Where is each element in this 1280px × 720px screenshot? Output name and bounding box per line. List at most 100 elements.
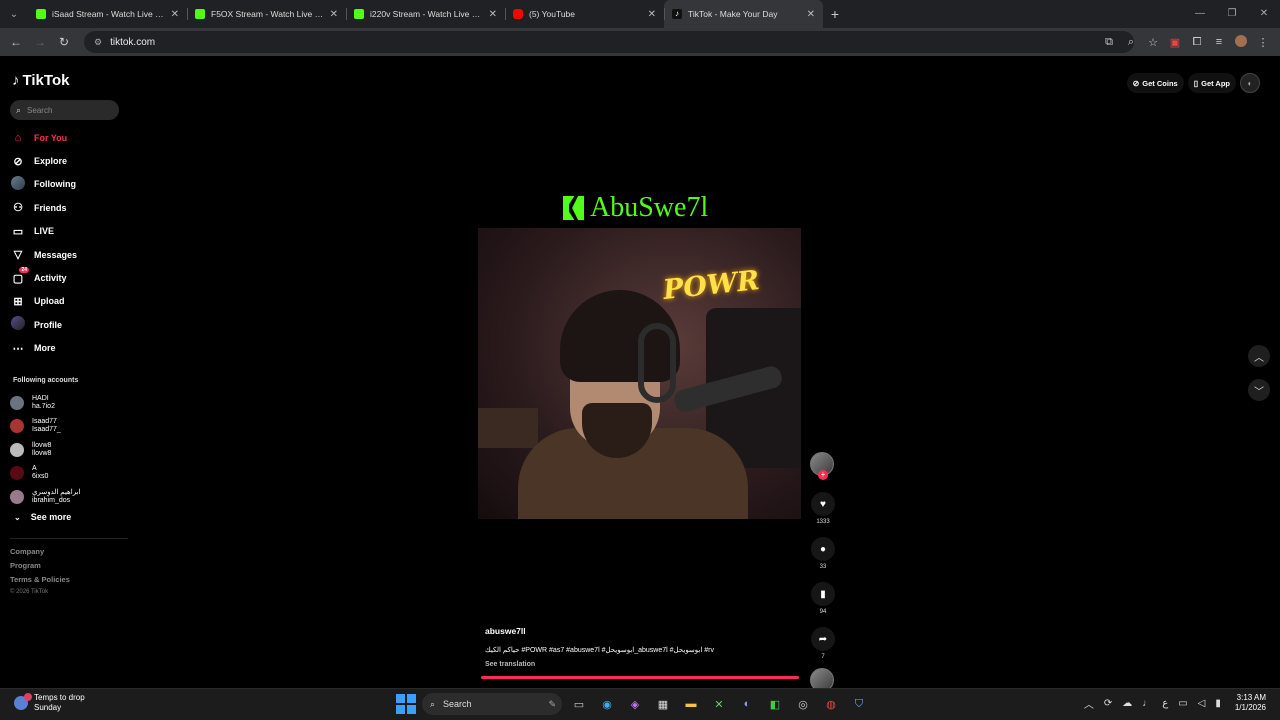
account-item[interactable]: HADI ha.7io2: [10, 391, 125, 415]
logo-text: TikTok: [22, 72, 70, 89]
close-icon[interactable]: ✕: [648, 9, 656, 20]
see-more-button[interactable]: ⌄ See more: [14, 512, 71, 522]
install-icon[interactable]: ⧉: [1098, 36, 1120, 49]
get-coins-button[interactable]: ⊘ Get Coins: [1126, 73, 1184, 93]
sidebar-item-messages[interactable]: ▽ Messages: [10, 243, 130, 266]
browser-tab-4[interactable]: (5) YouTube ✕: [505, 0, 664, 28]
security-shield-icon[interactable]: ⛉: [848, 693, 870, 715]
task-view-icon[interactable]: ▭: [568, 693, 590, 715]
window-controls: — ❐ ✕: [1184, 0, 1280, 28]
terms-link[interactable]: Terms & Policies: [10, 575, 70, 589]
browser-tab-2[interactable]: F5OX Stream - Watch Live on K ✕: [187, 0, 346, 28]
restore-icon[interactable]: ❐: [1216, 0, 1248, 28]
windows-start-icon[interactable]: [396, 694, 416, 714]
new-tab-icon[interactable]: +: [823, 6, 847, 22]
close-window-icon[interactable]: ✕: [1248, 0, 1280, 28]
browser-tab-5[interactable]: ♪ TikTok - Make Your Day ✕: [664, 0, 823, 28]
notification-badge: 24: [19, 266, 29, 273]
site-info-icon[interactable]: ⚙: [94, 37, 102, 48]
creator-avatar[interactable]: +: [810, 452, 834, 480]
volume-icon[interactable]: ◁: [1198, 698, 1206, 709]
file-explorer-icon[interactable]: ▬: [680, 693, 702, 715]
coin-icon: ⊘: [1132, 78, 1140, 88]
profile-avatar-icon[interactable]: [1230, 34, 1252, 50]
account-item[interactable]: llovw8 llovw8: [10, 438, 125, 462]
following-icon: [10, 175, 26, 193]
reading-list-icon[interactable]: ≡: [1208, 36, 1230, 48]
close-icon[interactable]: ✕: [171, 9, 179, 20]
neon-sign: POWR: [661, 265, 761, 306]
extensions-puzzle-icon[interactable]: ⧠: [1186, 36, 1208, 49]
sidebar-item-more[interactable]: ⋯ More: [10, 337, 130, 360]
edge-icon[interactable]: ◉: [596, 693, 618, 715]
account-item[interactable]: A 6ixs0: [10, 462, 125, 486]
sidebar-item-following[interactable]: Following: [10, 173, 130, 196]
account-name: HADI: [32, 394, 49, 402]
copilot-icon[interactable]: ◈: [624, 693, 646, 715]
video-player[interactable]: POWR: [478, 228, 801, 519]
profile-avatar[interactable]: ◐: [1240, 73, 1260, 93]
tab-search-icon[interactable]: ⌄: [0, 0, 28, 28]
sidebar-item-label: Following: [34, 179, 76, 190]
url-input[interactable]: ⚙ tiktok.com: [84, 31, 1134, 53]
tiktok-logo[interactable]: ♪ TikTok: [12, 72, 69, 89]
extension-icon[interactable]: ▣: [1164, 36, 1186, 49]
close-icon[interactable]: ✕: [489, 9, 497, 20]
save-action: ▮ 94: [810, 582, 836, 617]
account-item[interactable]: ابراهيم الدوسري ibrahim_dos: [10, 485, 125, 509]
discord-icon[interactable]: ◐: [736, 693, 758, 715]
get-app-button[interactable]: ▯ Get App: [1187, 73, 1236, 93]
chrome-icon[interactable]: ◍: [820, 693, 842, 715]
back-icon[interactable]: ←: [4, 35, 28, 49]
cloud-icon[interactable]: ☁: [1122, 698, 1132, 709]
sidebar-item-activity[interactable]: ▢ 24 Activity: [10, 266, 130, 289]
network-icon[interactable]: ▭: [1178, 698, 1187, 709]
microphone-icon[interactable]: ♩: [1142, 698, 1152, 709]
bookmark-star-icon[interactable]: ☆: [1142, 36, 1164, 49]
sync-icon[interactable]: ⟳: [1104, 698, 1112, 709]
comment-icon[interactable]: ●: [811, 537, 835, 561]
account-item[interactable]: Isaad77 Isaad77_: [10, 415, 125, 439]
xbox-icon[interactable]: ✕: [708, 693, 730, 715]
sidebar-item-explore[interactable]: ⊘ Explore: [10, 149, 130, 172]
minimize-icon[interactable]: —: [1184, 0, 1216, 28]
share-icon[interactable]: ➦: [811, 627, 835, 651]
kick-logo-icon: [563, 196, 584, 220]
store-icon[interactable]: ▦: [652, 693, 674, 715]
zoom-icon[interactable]: ⌕: [1120, 36, 1142, 49]
company-link[interactable]: Company: [10, 547, 70, 561]
reload-icon[interactable]: ↻: [52, 35, 76, 49]
close-icon[interactable]: ✕: [807, 9, 815, 20]
system-tray: ︿ ⟳ ☁ ♩ ع ▭ ◁ ▮ 3:13 AM 1/1/2026: [1074, 693, 1266, 713]
whatsapp-icon[interactable]: ◧: [764, 693, 786, 715]
chevron-up-icon[interactable]: ︿: [1084, 696, 1094, 711]
clock[interactable]: 3:13 AM 1/1/2026: [1235, 693, 1266, 713]
next-video-button[interactable]: ﹀: [1248, 379, 1270, 401]
account-handle: ha.7io2: [32, 402, 55, 410]
forward-icon[interactable]: →: [28, 35, 52, 49]
language-icon[interactable]: ع: [1162, 698, 1168, 709]
browser-tab-1[interactable]: iSaad Stream - Watch Live on K ✕: [28, 0, 187, 28]
sidebar-item-friends[interactable]: ⚇ Friends: [10, 196, 130, 219]
taskbar-search[interactable]: ⌕ Search ✎: [422, 693, 562, 715]
author-username[interactable]: abuswe7ll: [485, 626, 800, 636]
sidebar-item-profile[interactable]: Profile: [10, 313, 130, 336]
video-progress-bar[interactable]: [481, 676, 799, 679]
weather-widget[interactable]: Temps to drop Sunday: [14, 693, 85, 713]
program-link[interactable]: Program: [10, 561, 70, 575]
close-icon[interactable]: ✕: [330, 9, 338, 20]
comment-count: 33: [819, 564, 827, 570]
battery-icon[interactable]: ▮: [1215, 698, 1221, 709]
follow-plus-icon[interactable]: +: [818, 470, 828, 480]
previous-video-button[interactable]: ︿: [1248, 345, 1270, 367]
steam-icon[interactable]: ◎: [792, 693, 814, 715]
sidebar-item-live[interactable]: ▭ LIVE: [10, 220, 130, 243]
browser-tab-3[interactable]: i220v Stream - Watch Live on K ✕: [346, 0, 505, 28]
browser-menu-icon[interactable]: ⋮: [1252, 36, 1274, 49]
sidebar-item-upload[interactable]: ⊞ Upload: [10, 290, 130, 313]
heart-icon[interactable]: ♥: [811, 492, 835, 516]
search-input[interactable]: ⌕ Search: [10, 100, 119, 120]
sidebar-item-for-you[interactable]: ⌂ For You: [10, 126, 130, 149]
bookmark-icon[interactable]: ▮: [811, 582, 835, 606]
see-translation-link[interactable]: See translation: [485, 661, 800, 668]
